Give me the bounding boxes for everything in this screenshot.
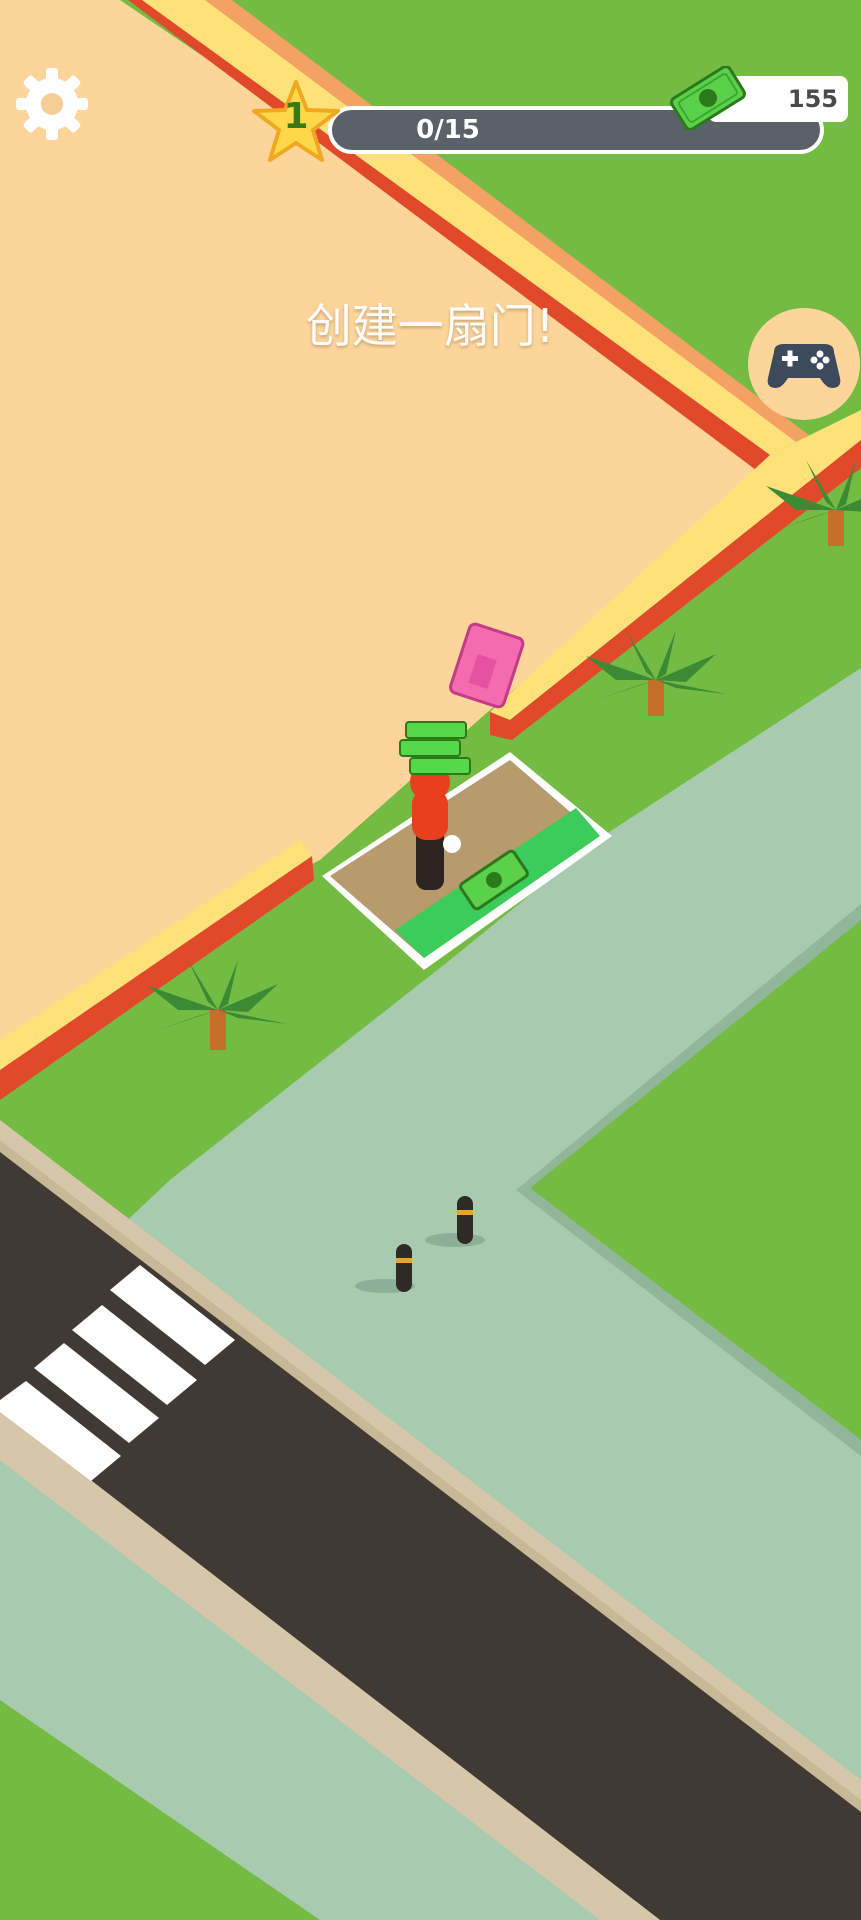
task-text: 创建一扇门! bbox=[305, 299, 555, 353]
minigames-button[interactable] bbox=[748, 308, 860, 420]
level-number: 1 bbox=[283, 96, 309, 137]
game-scene[interactable] bbox=[0, 0, 861, 1920]
money-counter: 155 bbox=[668, 66, 850, 132]
cash-stack bbox=[399, 721, 471, 775]
settings-button[interactable] bbox=[12, 64, 92, 144]
cash-icon bbox=[670, 66, 746, 130]
gear-icon bbox=[16, 68, 88, 140]
level-progress: 0/15 1 bbox=[250, 78, 824, 164]
progress-text: 0/15 bbox=[416, 115, 480, 145]
